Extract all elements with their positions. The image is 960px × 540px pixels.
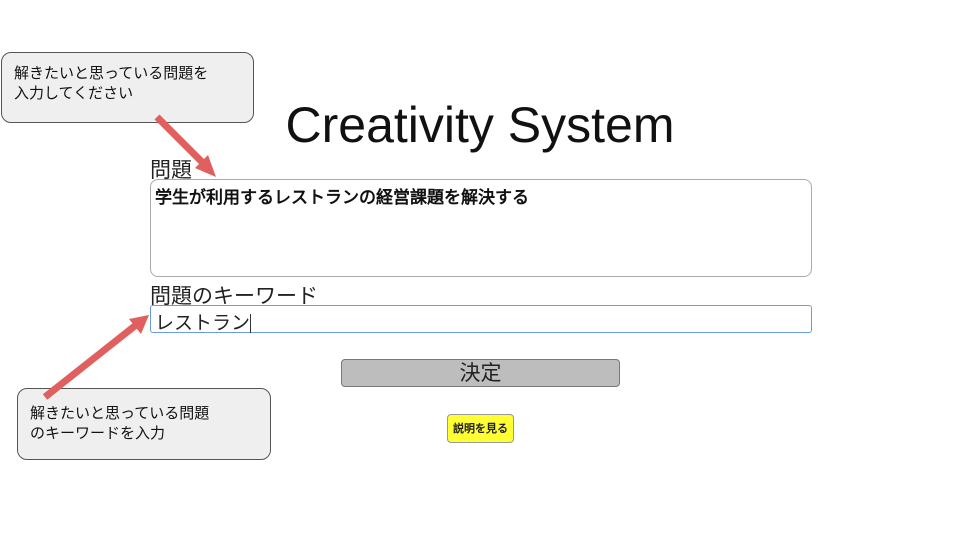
arrow-icon-keyword (42, 315, 149, 400)
arrows-layer (42, 114, 216, 400)
arrow-icon-problem (154, 114, 216, 177)
